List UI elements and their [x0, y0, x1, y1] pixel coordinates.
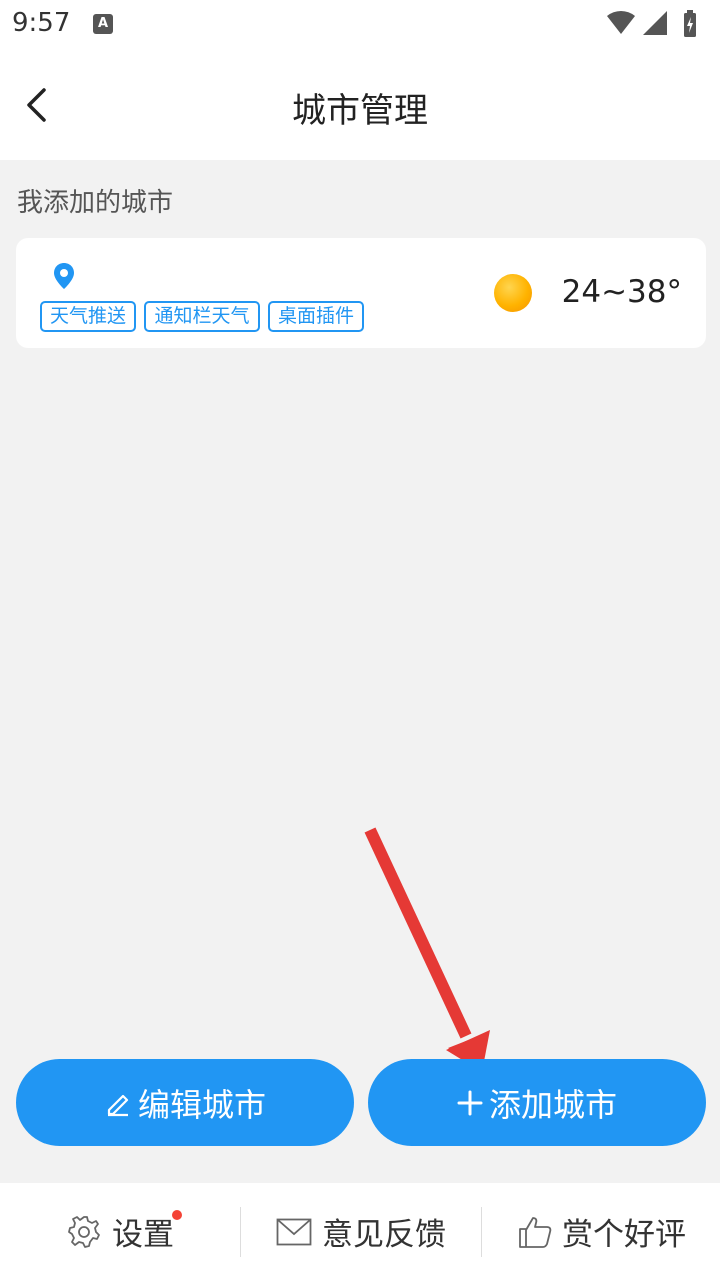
status-bar: 9:57 A: [0, 0, 720, 50]
feedback-button[interactable]: 意见反馈: [241, 1183, 481, 1280]
tag-weather-push[interactable]: 天气推送: [40, 301, 136, 332]
notification-icon: A: [93, 14, 113, 34]
location-pin-icon: [54, 263, 74, 289]
notification-badge: [172, 1210, 182, 1220]
tag-notification-weather[interactable]: 通知栏天气: [144, 301, 260, 332]
plus-icon: [457, 1090, 483, 1116]
page-title: 城市管理: [292, 91, 428, 131]
gear-icon: [66, 1214, 102, 1250]
bottom-bar: 设置 意见反馈 赏个好评: [0, 1183, 720, 1280]
edit-city-label: 编辑城市: [137, 1085, 266, 1124]
section-label: 我添加的城市: [17, 188, 174, 218]
settings-label: 设置: [112, 1217, 174, 1253]
signal-icon: [643, 11, 667, 35]
edit-city-button[interactable]: 编辑城市: [16, 1059, 354, 1146]
temperature-range: 24~38°: [561, 274, 682, 310]
add-city-button[interactable]: 添加城市: [368, 1059, 706, 1146]
thumbs-up-icon: [518, 1215, 552, 1249]
feedback-label: 意见反馈: [322, 1217, 446, 1253]
city-card[interactable]: 天气推送 通知栏天气 桌面插件 24~38°: [16, 238, 706, 348]
settings-button[interactable]: 设置: [0, 1183, 240, 1280]
header: 城市管理: [0, 50, 720, 160]
sun-icon: [494, 274, 532, 312]
rate-label: 赏个好评: [562, 1217, 686, 1253]
add-city-label: 添加城市: [488, 1085, 617, 1124]
status-time: 9:57: [12, 8, 71, 38]
tag-desktop-widget[interactable]: 桌面插件: [268, 301, 364, 332]
rate-button[interactable]: 赏个好评: [482, 1183, 720, 1280]
mail-icon: [276, 1218, 312, 1246]
battery-charging-icon: [684, 10, 696, 37]
wifi-icon: [607, 10, 635, 35]
pencil-icon: [104, 1089, 132, 1117]
